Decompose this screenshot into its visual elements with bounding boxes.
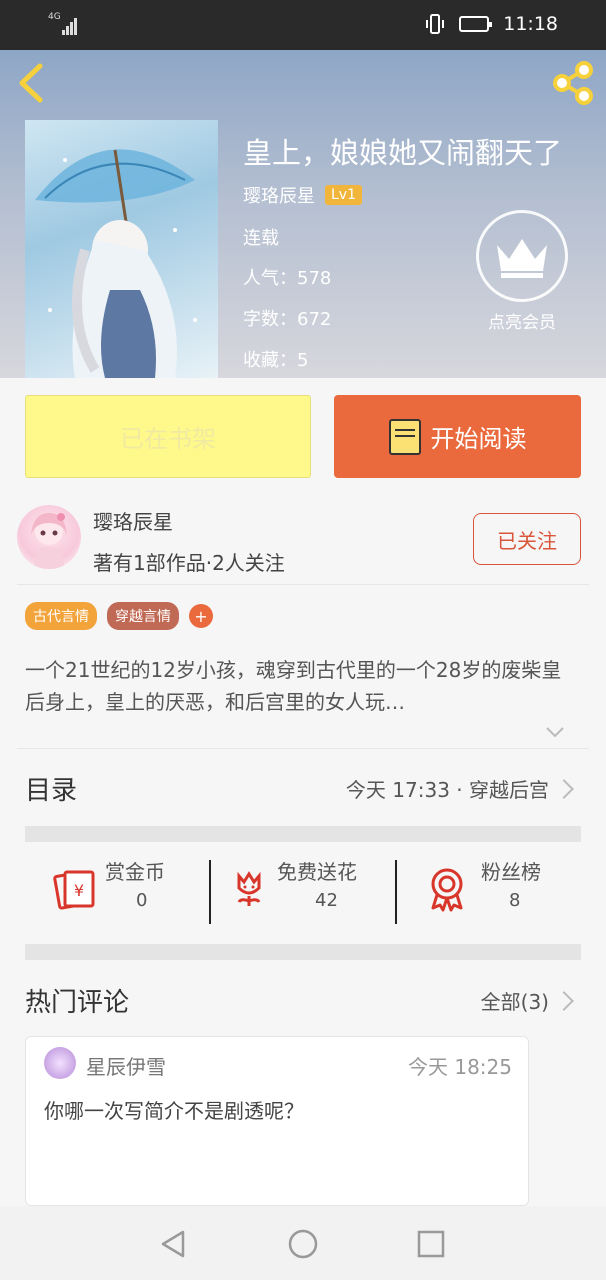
avatar[interactable] [17, 505, 81, 569]
battery-icon [459, 16, 493, 32]
catalog-title: 目录 [25, 776, 78, 806]
author-name: 璎珞辰星 [93, 510, 173, 534]
medal-icon [431, 868, 463, 912]
author-info: 著有1部作品·2人关注 [93, 551, 285, 575]
book-word-count: 字数：672 [243, 309, 332, 330]
comment-time: 今天 18:25 [408, 1055, 512, 1079]
catalog-latest-chapter: 今天 17:33 · 穿越后宫 [345, 778, 549, 802]
back-icon[interactable] [12, 60, 52, 106]
send-flowers-count: 42 [315, 890, 338, 911]
book-header: 皇上，娘娘她又闹翻天了 璎珞辰星 Lv1 连载 人气：578 字数：672 收藏… [0, 50, 606, 378]
chevron-right-icon [554, 991, 574, 1011]
divider [17, 748, 589, 749]
vip-button[interactable]: 点亮会员 [472, 210, 572, 340]
crown-icon [497, 239, 547, 278]
book-author[interactable]: 璎珞辰星 [243, 182, 315, 208]
vip-label: 点亮会员 [488, 313, 556, 333]
reward-coins-button[interactable]: ¥ 赏金币 0 [25, 848, 205, 928]
all-comments-link[interactable]: 全部(3) [481, 986, 549, 1015]
cover-illustration [35, 149, 197, 378]
vibrate-icon [426, 14, 445, 34]
signal-icon [62, 18, 77, 35]
follow-button[interactable]: 已关注 [473, 513, 581, 565]
chevron-right-icon [554, 779, 574, 799]
book-icon [388, 418, 421, 455]
book-cover[interactable] [25, 120, 218, 378]
start-reading-label: 开始阅读 [430, 425, 527, 453]
action-bar: ¥ 赏金币 0 免费送花 42 粉丝榜 8 [25, 848, 581, 928]
book-popularity: 人气：578 [243, 268, 332, 289]
comments-header: 热门评论 全部(3) [25, 978, 581, 1024]
comment-text: 你哪一次写简介不是剧透呢？ [44, 1099, 304, 1123]
author-card[interactable]: 璎珞辰星 著有1部作品·2人关注 已关注 [17, 503, 589, 583]
comments-title: 热门评论 [25, 988, 130, 1018]
fan-ranking-button[interactable]: 粉丝榜 8 [403, 848, 581, 928]
comment-item[interactable]: 星辰伊雪 今天 18:25 你哪一次写简介不是剧透呢？ [25, 1036, 529, 1206]
chevron-down-icon[interactable] [545, 725, 565, 739]
add-tag-button[interactable]: + [189, 604, 213, 628]
divider [17, 584, 589, 585]
avatar[interactable] [44, 1047, 76, 1079]
section-separator [25, 826, 581, 842]
reward-coins-label: 赏金币 [105, 860, 165, 884]
author-level-badge: Lv1 [325, 185, 362, 205]
send-flowers-label: 免费送花 [277, 860, 357, 884]
vertical-divider [395, 860, 397, 924]
catalog-row[interactable]: 目录 今天 17:33 · 穿越后宫 [25, 766, 581, 812]
send-flowers-button[interactable]: 免费送花 42 [217, 848, 395, 928]
book-title: 皇上，娘娘她又闹翻天了 [243, 136, 563, 170]
book-description[interactable]: 一个21世纪的12岁小孩，魂穿到古代里的一个28岁的废柴皇后身上，皇上的厌恶，和… [25, 654, 581, 718]
section-separator [25, 944, 581, 960]
clock: 11:18 [503, 13, 558, 35]
recents-square-icon[interactable] [411, 1224, 451, 1264]
back-triangle-icon[interactable] [153, 1224, 193, 1264]
share-icon[interactable] [550, 60, 596, 106]
flower-icon [237, 871, 261, 906]
book-detail-main: 已在书架 开始阅读 璎珞辰星 著有1部作品·2人关注 已关注 古代言情 穿越言情… [0, 378, 606, 1206]
svg-text:¥: ¥ [74, 881, 84, 900]
book-favorites: 收藏：5 [243, 350, 309, 371]
tag-list: 古代言情 穿越言情 + [25, 602, 213, 630]
home-circle-icon[interactable] [283, 1224, 323, 1264]
system-nav-bar [0, 1206, 606, 1280]
tag-item[interactable]: 穿越言情 [107, 602, 179, 630]
tag-item[interactable]: 古代言情 [25, 602, 97, 630]
reward-coins-count: 0 [136, 890, 148, 911]
start-reading-button[interactable]: 开始阅读 [334, 395, 581, 478]
status-bar: 4G 11:18 [0, 0, 606, 50]
fan-ranking-label: 粉丝榜 [481, 860, 541, 884]
red-envelope-icon: ¥ [53, 870, 95, 910]
vertical-divider [209, 860, 211, 924]
fan-ranking-count: 8 [509, 890, 521, 911]
book-status: 连载 [243, 228, 279, 249]
comment-user[interactable]: 星辰伊雪 [86, 1051, 166, 1080]
in-bookshelf-button[interactable]: 已在书架 [25, 395, 311, 478]
